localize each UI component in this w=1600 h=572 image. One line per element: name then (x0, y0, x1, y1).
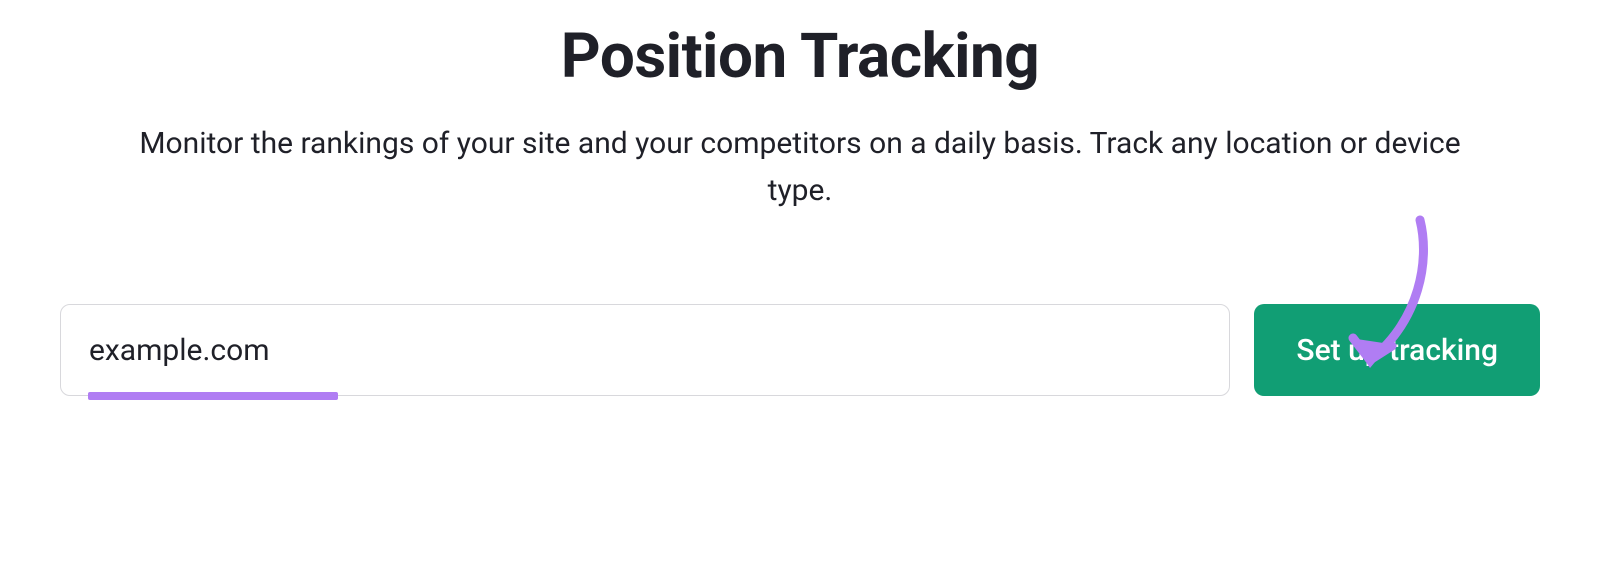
domain-input[interactable] (60, 304, 1230, 396)
setup-tracking-button[interactable]: Set up tracking (1254, 304, 1540, 396)
setup-form: Set up tracking (60, 304, 1540, 396)
page-title: Position Tracking (561, 20, 1039, 93)
input-highlight-underline (88, 392, 338, 400)
page-subtitle: Monitor the rankings of your site and yo… (125, 121, 1475, 214)
